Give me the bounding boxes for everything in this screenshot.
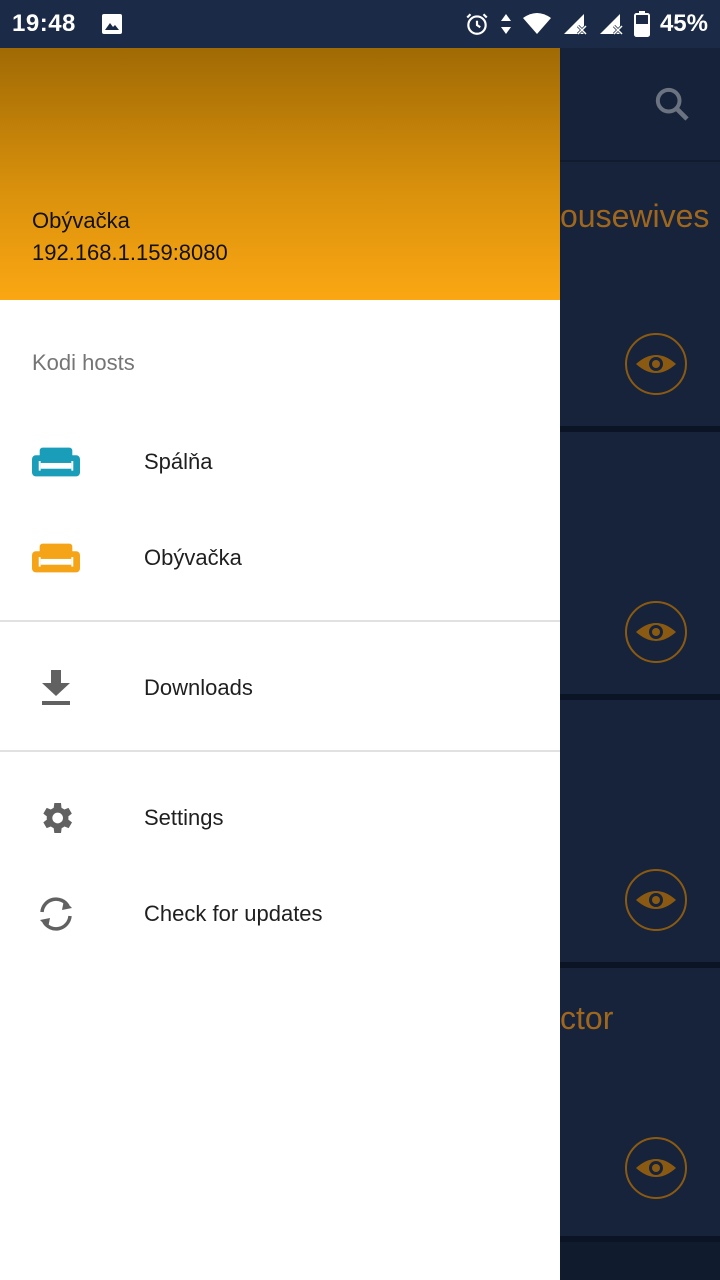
divider: [0, 620, 560, 622]
refresh-icon: [32, 890, 80, 938]
gear-icon: [32, 794, 80, 842]
image-icon: [100, 12, 124, 36]
data-arrows-icon: [500, 12, 512, 36]
wifi-icon: [522, 12, 552, 36]
host-item-label: Obývačka: [144, 545, 242, 570]
alarm-icon: [464, 11, 490, 37]
host-item-obyvacka[interactable]: Obývačka: [0, 510, 560, 606]
host-item-label: Spálňa: [144, 449, 213, 474]
navigation-drawer: Obývačka 192.168.1.159:8080 Kodi hosts S…: [0, 48, 560, 1280]
host-item-spalna[interactable]: Spálňa: [0, 414, 560, 510]
status-bar: 19:48 45%: [0, 0, 720, 48]
battery-icon: [633, 11, 650, 37]
status-time: 19:48: [12, 10, 76, 37]
signal-1-icon: [562, 12, 588, 36]
drawer-header[interactable]: Obývačka 192.168.1.159:8080: [0, 48, 560, 300]
menu-item-downloads[interactable]: Downloads: [0, 640, 560, 736]
menu-item-label: Check for updates: [144, 901, 323, 926]
divider: [0, 750, 560, 752]
battery-percent: 45%: [659, 10, 708, 37]
background-show-title: ousewives: [560, 198, 710, 234]
current-host-name: Obývačka: [32, 208, 130, 233]
eye-icon[interactable]: [624, 1136, 688, 1200]
signal-2-icon: [598, 12, 624, 36]
download-icon: [32, 664, 80, 712]
eye-icon[interactable]: [624, 868, 688, 932]
current-host-address: 192.168.1.159:8080: [32, 240, 228, 265]
menu-item-label: Settings: [144, 805, 224, 830]
eye-icon[interactable]: [624, 600, 688, 664]
couch-icon: [32, 438, 80, 486]
background-show-title: ctor: [560, 1000, 614, 1036]
eye-icon[interactable]: [624, 332, 688, 396]
search-icon[interactable]: [652, 84, 692, 129]
menu-item-check-updates[interactable]: Check for updates: [0, 866, 560, 962]
section-label-kodi-hosts: Kodi hosts: [32, 350, 135, 375]
couch-icon: [32, 534, 80, 582]
menu-item-label: Downloads: [144, 675, 253, 700]
menu-item-settings[interactable]: Settings: [0, 770, 560, 866]
